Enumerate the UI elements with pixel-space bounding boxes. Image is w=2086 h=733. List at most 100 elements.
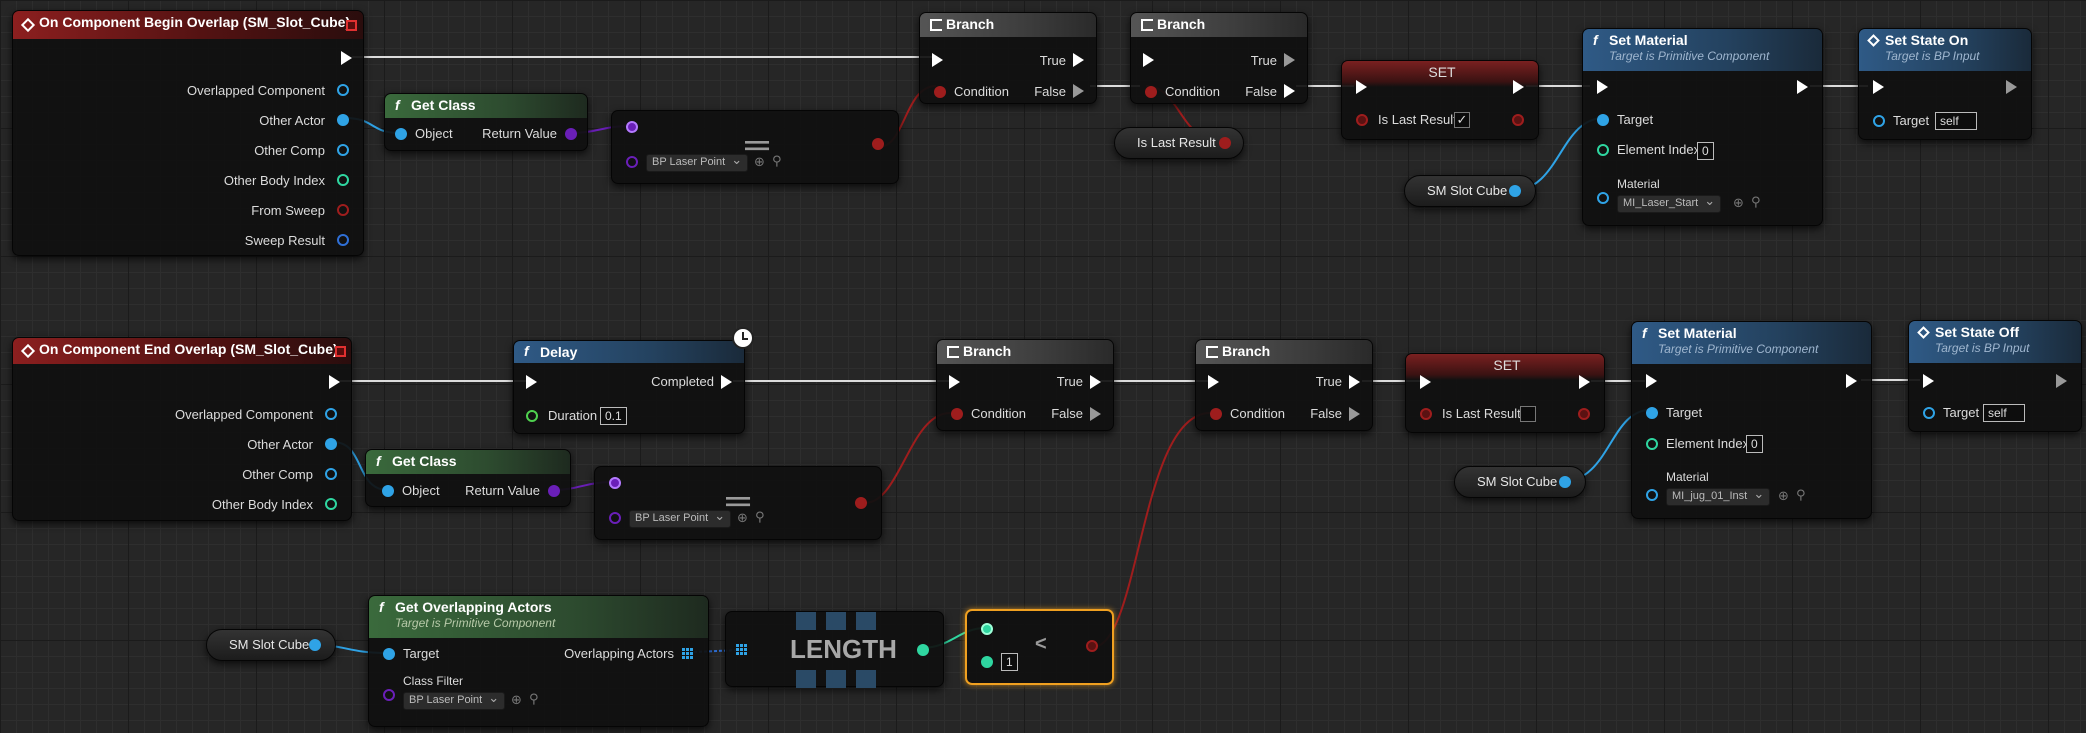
branch-node-4[interactable]: Branch True Condition False xyxy=(1195,339,1373,431)
search-icon[interactable]: ⚲ xyxy=(755,509,765,525)
int-pin[interactable] xyxy=(1646,438,1658,450)
exec-in-pin[interactable] xyxy=(1356,80,1367,94)
class-pin[interactable] xyxy=(548,485,560,497)
duration-input[interactable]: 0.1 xyxy=(600,407,627,425)
set-is-last-result-node[interactable]: SET Is Last Result xyxy=(1405,353,1605,433)
object-pin[interactable] xyxy=(1646,407,1658,419)
target-self-input[interactable]: self xyxy=(1935,112,1977,130)
material-dropdown[interactable]: MI_jug_01_Inst xyxy=(1666,486,1771,506)
branch-node-1[interactable]: Branch True Condition False xyxy=(919,12,1097,104)
int-pin[interactable] xyxy=(981,623,993,635)
class-select-dropdown[interactable]: BP Laser Point xyxy=(646,152,749,172)
class-pin[interactable] xyxy=(626,121,638,133)
int-pin[interactable] xyxy=(1597,144,1609,156)
object-pin[interactable] xyxy=(1597,114,1609,126)
reset-icon[interactable]: ⊕ xyxy=(1778,488,1789,504)
set-state-on-node[interactable]: Set State On Target is BP Input Target s… xyxy=(1858,28,2032,140)
object-pin[interactable] xyxy=(1873,115,1885,127)
object-pin[interactable] xyxy=(337,84,349,96)
bool-pin[interactable] xyxy=(1219,137,1231,149)
int-pin[interactable] xyxy=(337,174,349,186)
object-pin[interactable] xyxy=(1559,476,1571,488)
length-node[interactable]: LENGTH xyxy=(725,611,944,688)
exec-false-pin[interactable] xyxy=(1284,84,1295,98)
object-pin[interactable] xyxy=(1509,185,1521,197)
less-than-value-input[interactable]: 1 xyxy=(1001,653,1018,671)
exec-out-pin[interactable] xyxy=(1513,80,1524,94)
exec-out-pin[interactable] xyxy=(341,51,352,65)
event-close-icon[interactable] xyxy=(335,346,346,357)
exec-out-pin[interactable] xyxy=(1579,375,1590,389)
exec-out-pin[interactable] xyxy=(1846,374,1857,388)
array-pin-icon[interactable] xyxy=(682,648,694,660)
int-pin[interactable] xyxy=(917,644,929,656)
event-begin-overlap-node[interactable]: On Component Begin Overlap (SM_Slot_Cube… xyxy=(12,10,364,256)
bool-pin[interactable] xyxy=(1210,408,1222,420)
exec-true-pin[interactable] xyxy=(1349,375,1360,389)
object-pin[interactable] xyxy=(325,408,337,420)
sm-slot-cube-getter[interactable]: SM Slot Cube xyxy=(1454,466,1586,498)
int-pin[interactable] xyxy=(325,498,337,510)
bool-pin[interactable] xyxy=(337,204,349,216)
class-pin[interactable] xyxy=(565,128,577,140)
exec-false-pin[interactable] xyxy=(1073,84,1084,98)
object-pin[interactable] xyxy=(1646,489,1658,501)
exec-in-pin[interactable] xyxy=(932,53,943,67)
target-self-input[interactable]: self xyxy=(1983,404,2025,422)
object-pin[interactable] xyxy=(1923,407,1935,419)
exec-in-pin[interactable] xyxy=(526,375,537,389)
exec-true-pin[interactable] xyxy=(1090,375,1101,389)
branch-node-3[interactable]: Branch True Condition False xyxy=(936,339,1114,431)
exec-in-pin[interactable] xyxy=(1873,80,1884,94)
exec-in-pin[interactable] xyxy=(1923,374,1934,388)
exec-in-pin[interactable] xyxy=(1420,375,1431,389)
bool-pin[interactable] xyxy=(855,497,867,509)
event-end-overlap-node[interactable]: On Component End Overlap (SM_Slot_Cube) … xyxy=(12,337,352,521)
bool-pin[interactable] xyxy=(934,86,946,98)
object-pin[interactable] xyxy=(325,438,337,450)
bool-pin[interactable] xyxy=(1086,640,1098,652)
struct-pin[interactable] xyxy=(337,234,349,246)
exec-true-pin[interactable] xyxy=(1284,53,1295,67)
less-than-node[interactable]: 1 < xyxy=(965,609,1114,685)
bool-pin[interactable] xyxy=(951,408,963,420)
set-is-last-result-node[interactable]: SET Is Last Result ✓ xyxy=(1341,60,1539,140)
bool-pin[interactable] xyxy=(1420,408,1432,420)
exec-in-pin[interactable] xyxy=(1646,374,1657,388)
bool-pin[interactable] xyxy=(1356,114,1368,126)
object-pin[interactable] xyxy=(337,144,349,156)
reset-icon[interactable]: ⊕ xyxy=(1733,195,1744,211)
sm-slot-cube-getter[interactable]: SM Slot Cube xyxy=(206,629,336,661)
search-icon[interactable]: ⚲ xyxy=(529,691,539,707)
int-pin[interactable] xyxy=(981,656,993,668)
is-last-result-getter[interactable]: Is Last Result xyxy=(1114,127,1244,159)
search-icon[interactable]: ⚲ xyxy=(1796,487,1806,503)
class-pin[interactable] xyxy=(626,156,638,168)
element-index-input[interactable]: 0 xyxy=(1746,435,1763,453)
get-class-node[interactable]: f Get Class Object Return Value xyxy=(365,449,571,507)
object-pin[interactable] xyxy=(395,128,407,140)
is-last-result-checkbox[interactable]: ✓ xyxy=(1454,112,1470,128)
get-overlapping-actors-node[interactable]: f Get Overlapping Actors Target is Primi… xyxy=(368,595,709,727)
exec-in-pin[interactable] xyxy=(1143,53,1154,67)
bool-pin[interactable] xyxy=(1578,408,1590,420)
class-pin[interactable] xyxy=(383,689,395,701)
get-class-node[interactable]: f Get Class Object Return Value xyxy=(384,93,588,151)
exec-in-pin[interactable] xyxy=(1208,375,1219,389)
set-state-off-node[interactable]: Set State Off Target is BP Input Target … xyxy=(1908,320,2082,432)
exec-false-pin[interactable] xyxy=(1090,407,1101,421)
set-material-node[interactable]: f Set Material Target is Primitive Compo… xyxy=(1582,28,1823,226)
equal-class-node[interactable]: BP Laser Point ⊕ ⚲ == xyxy=(611,110,899,184)
class-filter-dropdown[interactable]: BP Laser Point xyxy=(403,690,506,710)
search-icon[interactable]: ⚲ xyxy=(1751,194,1761,210)
object-pin[interactable] xyxy=(383,648,395,660)
material-dropdown[interactable]: MI_Laser_Start xyxy=(1617,193,1722,213)
is-last-result-checkbox[interactable] xyxy=(1520,406,1536,422)
delay-node[interactable]: f Delay Completed Duration 0.1 xyxy=(513,327,754,434)
float-pin[interactable] xyxy=(526,410,538,422)
bool-pin[interactable] xyxy=(1512,114,1524,126)
exec-false-pin[interactable] xyxy=(1349,407,1360,421)
set-material-node[interactable]: f Set Material Target is Primitive Compo… xyxy=(1631,321,1872,519)
object-pin[interactable] xyxy=(337,114,349,126)
class-select-dropdown[interactable]: BP Laser Point xyxy=(629,508,732,528)
